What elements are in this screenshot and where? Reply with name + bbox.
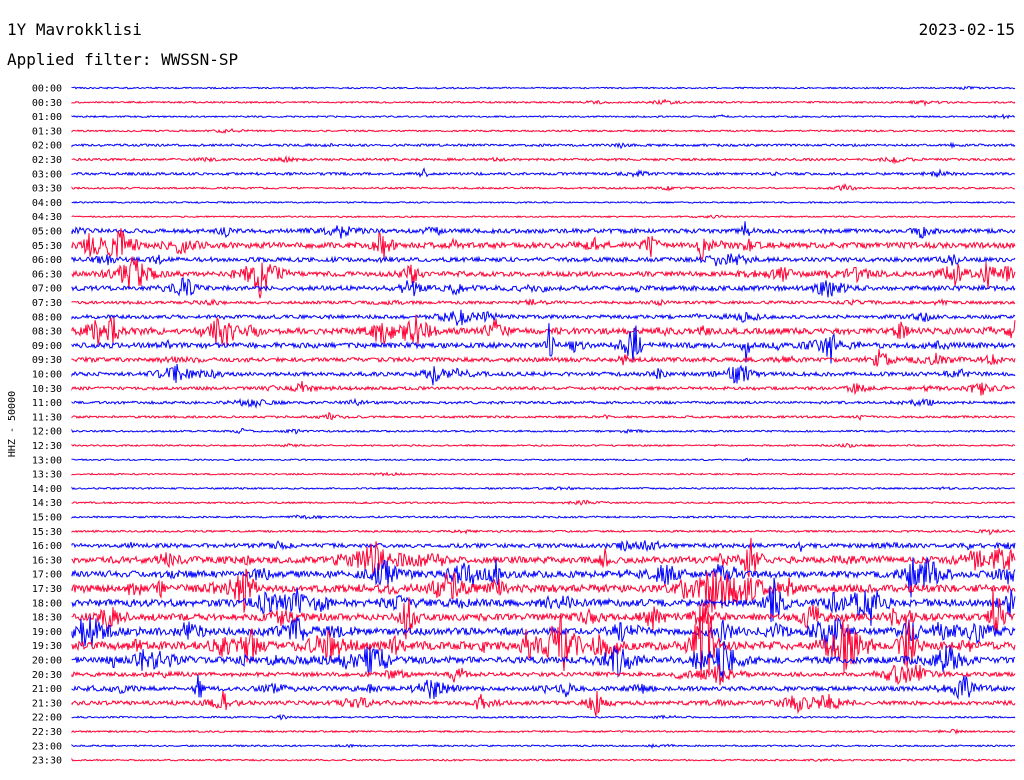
trace-time-label: 00:00: [32, 84, 62, 95]
trace-line: [71, 253, 1016, 267]
trace-line: [71, 485, 1016, 491]
trace-time-label: 19:00: [32, 627, 62, 638]
trace-line: [71, 276, 1016, 298]
trace-time-label: 13:30: [32, 470, 62, 481]
trace-time-label: 01:00: [32, 112, 62, 123]
trace-time-label: 12:00: [32, 427, 62, 438]
trace-line: [71, 314, 1016, 347]
trace-time-label: 05:30: [32, 241, 62, 252]
trace-time-label: 21:30: [32, 698, 62, 709]
trace-line: [71, 663, 1016, 686]
trace-time-label: 07:00: [32, 284, 62, 295]
trace-time-label: 11:00: [32, 398, 62, 409]
trace-line: [71, 363, 1016, 386]
trace-line: [71, 674, 1016, 701]
trace-line: [71, 113, 1016, 120]
trace-time-label: 18:30: [32, 613, 62, 624]
trace-line: [71, 214, 1016, 219]
trace-time-label: 20:00: [32, 656, 62, 667]
trace-line: [71, 713, 1016, 721]
y-axis-label: HHZ - 50000: [7, 391, 18, 457]
trace-line: [71, 141, 1016, 150]
trace-time-label: 08:30: [32, 327, 62, 338]
trace-time-label: 19:30: [32, 641, 62, 652]
trace-time-label: 09:00: [32, 341, 62, 352]
trace-line: [71, 539, 1016, 553]
trace-line: [71, 200, 1016, 204]
trace-time-label: 10:30: [32, 384, 62, 395]
trace-line: [71, 127, 1016, 134]
trace-line: [71, 155, 1016, 165]
trace-time-label: 16:00: [32, 541, 62, 552]
trace-time-label: 23:30: [32, 756, 62, 767]
trace-time-label: 17:00: [32, 570, 62, 581]
trace-time-label: 16:30: [32, 555, 62, 566]
trace-time-label: 00:30: [32, 98, 62, 109]
trace-time-labels: 00:00 00:30 01:00 01:30 02:00 02:30 03:00 03:30…: [32, 84, 62, 767]
trace-line: [71, 397, 1016, 409]
trace-line: [71, 471, 1016, 477]
trace-line: [71, 98, 1016, 107]
trace-time-label: 06:30: [32, 269, 62, 280]
trace-time-label: 11:30: [32, 412, 62, 423]
trace-line: [71, 728, 1016, 735]
trace-line: [71, 85, 1016, 91]
trace-line: [71, 514, 1016, 520]
trace-time-label: 14:30: [32, 498, 62, 509]
helicorder-plot: HHZ - 50000 00:00 00:30 01:00 01:30 02:00 02:…: [7, 84, 1016, 767]
trace-line: [71, 537, 1016, 578]
trace-time-label: 04:30: [32, 212, 62, 223]
trace-time-label: 02:00: [32, 141, 62, 152]
trace-time-label: 06:00: [32, 255, 62, 266]
trace-time-label: 17:30: [32, 584, 62, 595]
trace-line: [71, 297, 1016, 307]
trace-line: [71, 457, 1016, 462]
trace-time-label: 22:00: [32, 713, 62, 724]
trace-time-label: 14:00: [32, 484, 62, 495]
trace-line: [71, 757, 1016, 763]
trace-time-label: 21:00: [32, 684, 62, 695]
trace-time-label: 22:30: [32, 727, 62, 738]
trace-line: [71, 411, 1016, 421]
y-axis-label-group: HHZ - 50000: [7, 391, 18, 457]
trace-time-label: 13:00: [32, 455, 62, 466]
trace-line: [71, 381, 1016, 396]
trace-time-label: 20:30: [32, 670, 62, 681]
trace-line: [71, 690, 1016, 717]
trace-line: [71, 349, 1016, 367]
trace-time-label: 08:00: [32, 312, 62, 323]
trace-time-label: 12:30: [32, 441, 62, 452]
trace-line: [71, 742, 1016, 749]
trace-time-label: 23:00: [32, 741, 62, 752]
trace-time-label: 10:00: [32, 370, 62, 381]
trace-time-label: 18:00: [32, 598, 62, 609]
trace-line: [71, 442, 1016, 448]
trace-time-label: 05:00: [32, 227, 62, 238]
trace-line: [71, 428, 1016, 435]
seismic-traces: [71, 85, 1016, 763]
trace-time-label: 03:00: [32, 169, 62, 180]
trace-time-label: 09:30: [32, 355, 62, 366]
trace-time-label: 02:30: [32, 155, 62, 166]
trace-time-label: 04:00: [32, 198, 62, 209]
trace-time-label: 03:30: [32, 184, 62, 195]
trace-time-label: 15:00: [32, 513, 62, 524]
trace-line: [71, 167, 1016, 179]
trace-line: [71, 221, 1016, 239]
trace-time-label: 01:30: [32, 126, 62, 137]
trace-line: [71, 528, 1016, 536]
trace-line: [71, 499, 1016, 506]
trace-time-label: 15:30: [32, 527, 62, 538]
trace-line: [71, 182, 1015, 192]
trace-time-label: 07:30: [32, 298, 62, 309]
